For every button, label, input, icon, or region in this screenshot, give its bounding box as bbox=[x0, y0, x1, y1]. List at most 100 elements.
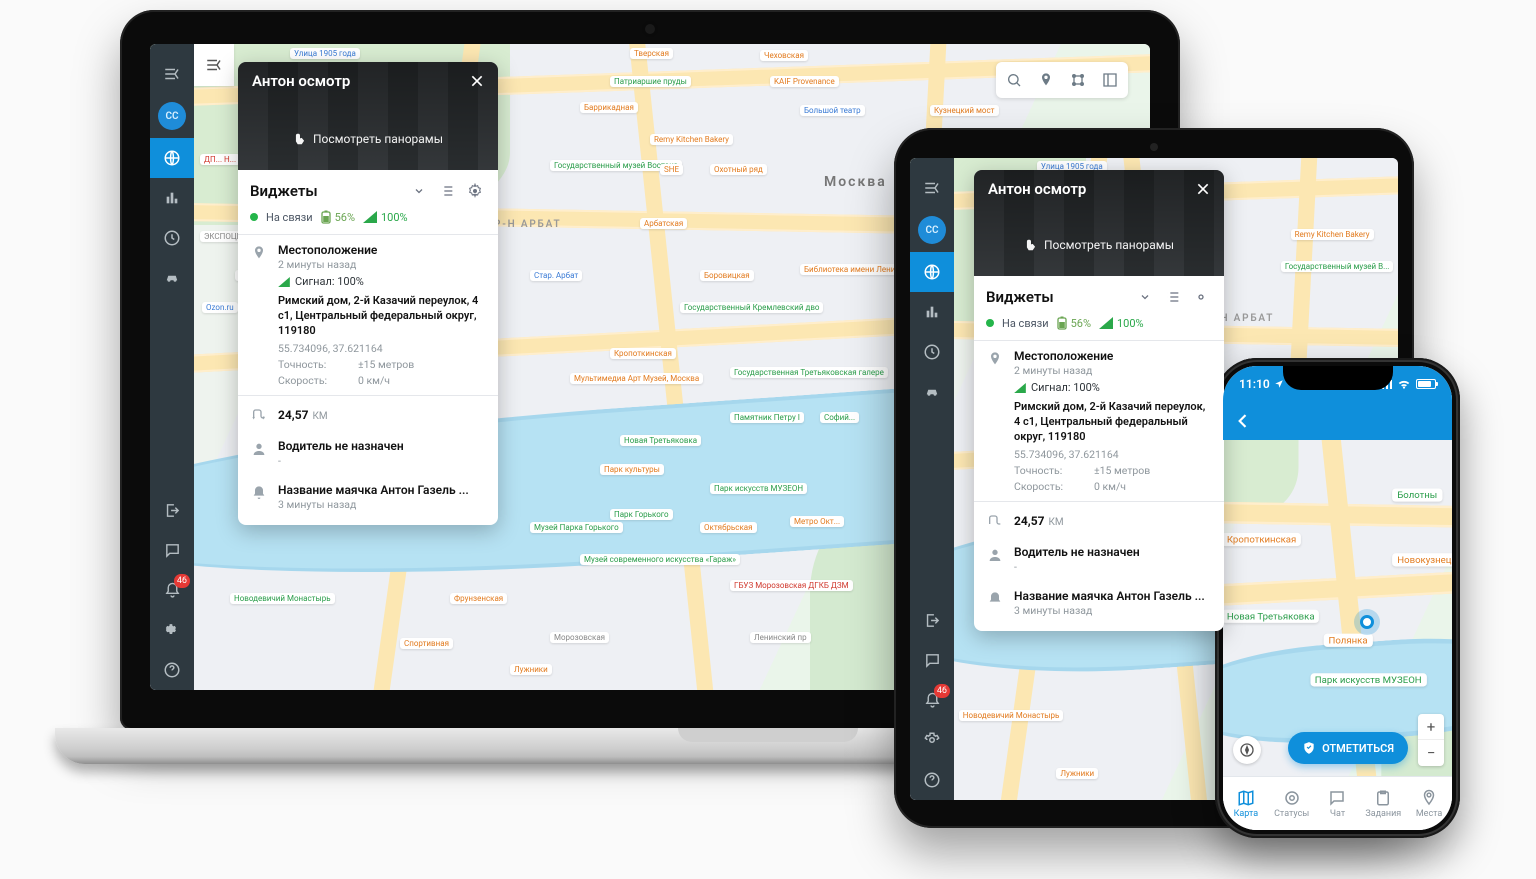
online-indicator-icon bbox=[250, 213, 258, 221]
map-label: Софий... bbox=[820, 412, 859, 423]
map-label: Новодевичий Монастырь bbox=[230, 593, 335, 604]
map-label: Памятник Петру I bbox=[730, 412, 804, 423]
phone-frame: 11:10 Москва Китай-... bbox=[1215, 358, 1460, 838]
list-icon[interactable] bbox=[436, 180, 458, 202]
view-panoramas-button[interactable]: Посмотреть панорамы bbox=[974, 238, 1224, 252]
map-label: Лужники bbox=[1056, 768, 1098, 779]
tab-tasks[interactable]: Задания bbox=[1360, 777, 1406, 830]
checkin-button[interactable]: ОТМЕТИТЬСЯ bbox=[1288, 732, 1408, 764]
map-layers-button[interactable] bbox=[1096, 66, 1124, 94]
touch-icon bbox=[293, 132, 307, 146]
map-label: ГБУЗ Морозовская ДГКБ ДЗМ bbox=[730, 580, 853, 591]
sidebar-logout-button[interactable] bbox=[910, 600, 954, 640]
beacon-widget: Название маячка Антон Газель ...3 минуты… bbox=[238, 475, 498, 525]
map-label: Большой театр bbox=[800, 105, 865, 116]
sidebar-history-button[interactable] bbox=[910, 332, 954, 372]
tab-chat[interactable]: Чат bbox=[1315, 777, 1361, 830]
map-label: Кузнецкий мост bbox=[930, 105, 999, 116]
avatar[interactable]: CC bbox=[918, 216, 946, 244]
map-label: Музей современного искусства «Гараж» bbox=[580, 554, 740, 565]
sidebar-help-button[interactable] bbox=[150, 650, 194, 690]
widgets-heading: Виджеты bbox=[250, 182, 318, 200]
map-label: Болотны bbox=[1392, 488, 1442, 501]
sidebar-toggle-button[interactable] bbox=[150, 54, 194, 94]
map-toolbar bbox=[996, 62, 1128, 98]
gear-icon[interactable] bbox=[464, 180, 486, 202]
map-label: KAIF Provenance bbox=[770, 76, 839, 87]
sidebar-globe-button[interactable] bbox=[150, 138, 194, 178]
sidebar-reports-button[interactable] bbox=[910, 292, 954, 332]
connection-status: На связи bbox=[266, 211, 313, 224]
map-label: Новодевичий Монастырь bbox=[959, 710, 1064, 721]
map-label: Remy Kitchen Bakery bbox=[1291, 229, 1374, 240]
sidebar-notifications-button[interactable]: 46 bbox=[150, 570, 194, 610]
accuracy-label: Точность: bbox=[278, 358, 358, 371]
location-widget: Местоположение 2 минуты назад Сигнал: 10… bbox=[238, 235, 498, 395]
gear-icon[interactable] bbox=[1190, 286, 1212, 308]
location-arrow-icon bbox=[1274, 379, 1284, 389]
tab-map[interactable]: Карта bbox=[1223, 777, 1269, 830]
panel-title: Антон осмотр bbox=[252, 72, 350, 90]
sidebar-settings-button[interactable] bbox=[150, 610, 194, 650]
location-coords: 55.734096, 37.621164 bbox=[278, 342, 486, 355]
collapse-rail-button[interactable] bbox=[194, 44, 234, 86]
sidebar-chat-button[interactable] bbox=[150, 530, 194, 570]
sidebar-notifications-button[interactable]: 46 bbox=[910, 680, 954, 720]
tab-statuses[interactable]: Статусы bbox=[1269, 777, 1315, 830]
sidebar-help-button[interactable] bbox=[910, 760, 954, 800]
map-label: Музей Парка Горького bbox=[530, 522, 623, 533]
sidebar-vehicles-button[interactable] bbox=[910, 372, 954, 412]
map-label: Государственный музей В... bbox=[1281, 261, 1394, 272]
compass-button[interactable] bbox=[1233, 736, 1261, 764]
accuracy-value: ±15 метров bbox=[358, 358, 414, 371]
zoom-out-button[interactable]: − bbox=[1418, 740, 1444, 766]
map-label: Парк искусств МУЗЕОН bbox=[1310, 674, 1426, 687]
map-label: Морозовская bbox=[550, 632, 609, 643]
avatar[interactable]: CC bbox=[158, 102, 186, 130]
odometer-value: 24,57 bbox=[278, 408, 309, 422]
sidebar-settings-button[interactable] bbox=[910, 720, 954, 760]
sidebar-logout-button[interactable] bbox=[150, 490, 194, 530]
speed-label: Скорость: bbox=[278, 374, 358, 387]
phone-notch bbox=[1283, 366, 1393, 390]
map-label: Новокузнецкая bbox=[1392, 553, 1452, 566]
phone-time: 11:10 bbox=[1239, 377, 1270, 391]
widgets-section: Виджеты На связи 56% 100% bbox=[238, 170, 498, 235]
sidebar-history-button[interactable] bbox=[150, 218, 194, 258]
map-search-button[interactable] bbox=[1000, 66, 1028, 94]
beacon-label: Название маячка Антон Газель ... bbox=[278, 483, 486, 497]
tab-places[interactable]: Места bbox=[1406, 777, 1452, 830]
status-row: На связи 56% 100% bbox=[250, 210, 486, 224]
map-label: Мультимедиа Арт Музей, Москва bbox=[570, 373, 703, 384]
map-label: Баррикадная bbox=[580, 102, 638, 113]
map-marker-button[interactable] bbox=[1032, 66, 1060, 94]
map-shape-button[interactable] bbox=[1064, 66, 1092, 94]
sidebar-globe-button[interactable] bbox=[910, 252, 954, 292]
map-label: Парк искусств МУЗЕОН bbox=[710, 483, 807, 494]
back-button[interactable] bbox=[1233, 411, 1253, 431]
zoom-in-button[interactable]: + bbox=[1418, 714, 1444, 740]
notification-badge: 46 bbox=[174, 574, 190, 588]
close-button[interactable] bbox=[1192, 178, 1214, 200]
map-label: Ozon.ru bbox=[202, 302, 238, 313]
map-label: Улица 1905 года bbox=[290, 48, 360, 59]
sidebar: CC 46 bbox=[910, 158, 954, 800]
battery-icon bbox=[321, 210, 331, 224]
panel-header: Антон осмотр Посмотреть панорамы bbox=[974, 170, 1224, 276]
sidebar-vehicles-button[interactable] bbox=[150, 258, 194, 298]
view-panoramas-button[interactable]: Посмотреть панорамы bbox=[238, 132, 498, 146]
collapse-icon[interactable] bbox=[408, 180, 430, 202]
map-label: Патриаршие пруды bbox=[610, 76, 691, 87]
speed-value: 0 км/ч bbox=[358, 374, 390, 387]
sidebar-chat-button[interactable] bbox=[910, 640, 954, 680]
collapse-icon[interactable] bbox=[1134, 286, 1156, 308]
person-icon bbox=[250, 439, 268, 467]
panel-header: Антон осмотр Посмотреть панорамы bbox=[238, 62, 498, 170]
map-label: SHE bbox=[660, 164, 683, 175]
map-label: ДП... Н... bbox=[200, 154, 240, 165]
list-icon[interactable] bbox=[1162, 286, 1184, 308]
sidebar-reports-button[interactable] bbox=[150, 178, 194, 218]
close-button[interactable] bbox=[466, 70, 488, 92]
sidebar-toggle-button[interactable] bbox=[910, 168, 954, 208]
map-label: Тверская bbox=[630, 48, 673, 59]
